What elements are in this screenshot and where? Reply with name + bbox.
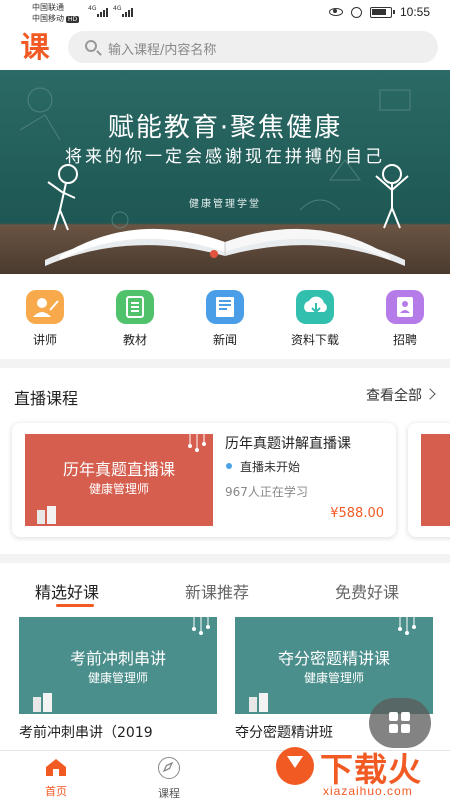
banner-title: 赋能教育·聚焦健康 <box>107 113 343 143</box>
search-placeholder: 输入课程/内容名称 <box>108 43 217 58</box>
hd-badge: HD <box>66 16 80 23</box>
status-right: 10:55 <box>328 5 430 19</box>
carrier-label-2: 中国移动 HD <box>32 13 80 24</box>
open-book <box>45 228 405 266</box>
carrier-label-2-text: 中国移动 <box>32 14 64 23</box>
course-price: ¥588.00 <box>330 506 384 521</box>
banner-caption: 健康管理学堂 <box>189 199 261 210</box>
course-thumbnail: 考前冲刺串讲 健康管理师 <box>19 617 217 714</box>
live-course-thumbnail-next <box>421 434 450 526</box>
tab-new[interactable]: 新课推荐 <box>185 579 249 603</box>
nav-item-textbooks[interactable]: 教材 <box>105 290 165 348</box>
watermark-logo: 下载火 xiazaihuo.com <box>276 743 448 800</box>
live-course-thumbnail: 历年真题直播课 健康管理师 <box>25 434 213 526</box>
active-tab-indicator <box>56 604 94 607</box>
download-icon <box>296 290 334 324</box>
teacher-icon <box>26 290 64 324</box>
download-badge-icon <box>276 747 314 785</box>
bottom-nav-home[interactable]: 首页 <box>26 757 86 799</box>
bottom-nav-label: 首页 <box>45 785 67 798</box>
banner-illustration <box>19 87 411 266</box>
watermark-url: xiazaihuo.com <box>323 784 413 798</box>
search-icon <box>85 40 97 52</box>
compass-icon <box>158 757 180 779</box>
see-all-link[interactable]: 查看全部 <box>366 385 422 405</box>
search-input[interactable]: 输入课程/内容名称 <box>68 31 438 63</box>
nav-label-downloads: 资料下载 <box>290 333 339 347</box>
nav-label-teachers: 讲师 <box>32 333 57 347</box>
grid-menu-icon[interactable] <box>369 698 431 748</box>
app-screen: 中国联通 中国移动 HD 4G 4G 10:55 课 输入课程/内容名称 赋能教… <box>0 0 450 800</box>
live-courses-section: 直播课程 查看全部 历年真题直播课 健康管理师 历年真题讲解直播课 直播未开始 … <box>0 368 450 554</box>
battery-icon <box>369 6 395 18</box>
textbook-icon <box>116 290 154 324</box>
live-course-name: 历年真题讲解直播课 <box>225 436 351 452</box>
nav-item-downloads[interactable]: 资料下载 <box>285 290 345 348</box>
clock: 10:55 <box>399 5 430 19</box>
category-nav: 讲师 教材 新闻 资料下载 招聘 <box>0 274 450 359</box>
thumbnail-decor <box>37 434 206 524</box>
status-bar: 中国联通 中国移动 HD 4G 4G 10:55 <box>0 0 450 26</box>
bottom-nav-courses[interactable]: 课程 <box>139 757 199 800</box>
app-header: 课 输入课程/内容名称 <box>0 26 450 70</box>
course-name: 考前冲刺串讲（2019 <box>19 725 153 741</box>
nav-item-recruitment[interactable]: 招聘 <box>375 290 435 348</box>
carrier-label-1: 中国联通 <box>32 3 64 12</box>
viewer-count: 967人正在学习 <box>225 485 308 499</box>
course-card[interactable]: 考前冲刺串讲 健康管理师 考前冲刺串讲（2019 <box>19 617 217 742</box>
tab-free[interactable]: 免费好课 <box>335 579 399 603</box>
signal-icon <box>97 8 108 17</box>
network-type-1: 4G <box>88 5 97 12</box>
nav-label-textbooks: 教材 <box>122 333 147 347</box>
thumbnail-decor <box>33 617 210 712</box>
banner-subtitle: 将来的你一定会感谢现在拼搏的自己 <box>65 147 385 167</box>
network-type-2: 4G <box>113 5 122 12</box>
alarm-icon <box>350 6 362 18</box>
bottom-nav-label: 课程 <box>158 787 180 800</box>
app-logo[interactable]: 课 <box>17 29 53 65</box>
signal-icon <box>122 8 133 17</box>
banner[interactable]: 赋能教育·聚焦健康 将来的你一定会感谢现在拼搏的自己 健康管理学堂 <box>0 70 450 274</box>
status-dot <box>226 463 232 469</box>
chevron-right-icon[interactable] <box>424 388 436 400</box>
tab-featured[interactable]: 精选好课 <box>35 579 99 603</box>
nav-label-news: 新闻 <box>212 333 237 347</box>
nav-item-news[interactable]: 新闻 <box>195 290 255 348</box>
nav-label-recruitment: 招聘 <box>392 333 417 347</box>
live-course-card-next[interactable] <box>408 423 450 537</box>
news-icon <box>206 290 244 324</box>
live-course-card[interactable]: 历年真题直播课 健康管理师 历年真题讲解直播课 直播未开始 967人正在学习 ¥… <box>12 423 396 537</box>
eye-icon <box>328 8 343 16</box>
home-icon <box>44 757 68 777</box>
section-title-live: 直播课程 <box>14 389 79 408</box>
recruit-icon <box>386 290 424 324</box>
nav-item-teachers[interactable]: 讲师 <box>15 290 75 348</box>
live-status: 直播未开始 <box>240 460 301 474</box>
